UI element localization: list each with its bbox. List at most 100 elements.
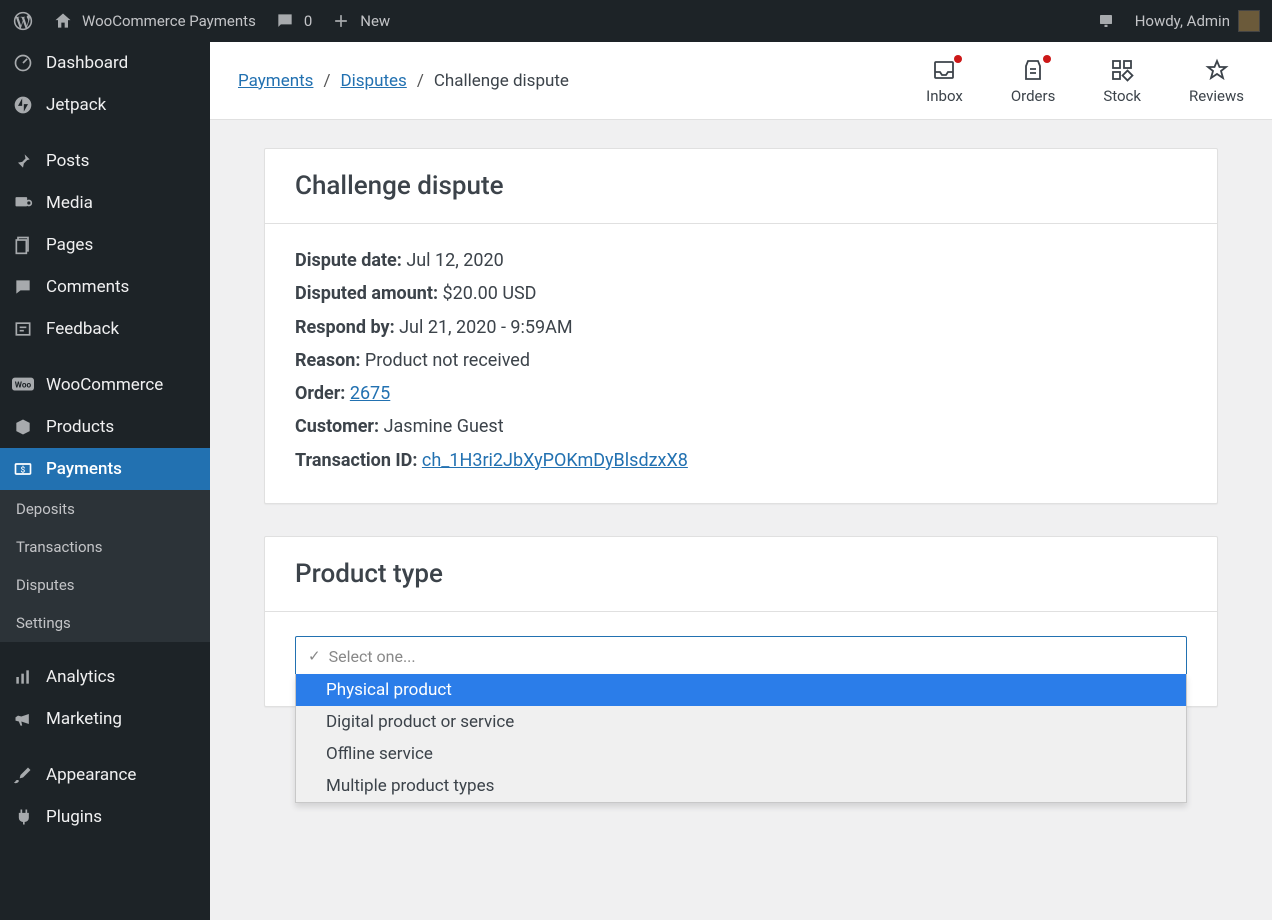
respond-by-row: Respond by: Jul 21, 2020 - 9:59AM bbox=[295, 311, 1187, 344]
sidebar-item-label: Comments bbox=[46, 277, 129, 297]
new-content-link[interactable]: New bbox=[330, 10, 390, 32]
page-header: Payments / Disputes / Challenge dispute … bbox=[210, 42, 1272, 120]
detail-value: Jul 21, 2020 - 9:59AM bbox=[399, 317, 572, 338]
sidebar-item-analytics[interactable]: Analytics bbox=[0, 656, 210, 698]
notifications-link[interactable] bbox=[1095, 10, 1117, 32]
new-label: New bbox=[360, 12, 390, 30]
admin-bar: WooCommerce Payments 0 New Howdy, Admin bbox=[0, 0, 1272, 42]
dispute-date-row: Dispute date: Jul 12, 2020 bbox=[295, 244, 1187, 277]
notification-dot bbox=[954, 55, 962, 63]
sidebar-item-comments[interactable]: Comments bbox=[0, 266, 210, 308]
detail-label: Order: bbox=[295, 383, 345, 404]
megaphone-icon bbox=[12, 708, 34, 730]
card-title: Challenge dispute bbox=[295, 171, 1187, 201]
pin-icon bbox=[12, 150, 34, 172]
bell-icon bbox=[1095, 10, 1117, 32]
site-link[interactable]: WooCommerce Payments bbox=[52, 10, 256, 32]
disputed-amount-row: Disputed amount: $20.00 USD bbox=[295, 277, 1187, 310]
media-icon bbox=[12, 192, 34, 214]
detail-label: Customer: bbox=[295, 416, 379, 437]
sidebar-item-feedback[interactable]: Feedback bbox=[0, 308, 210, 350]
reason-row: Reason: Product not received bbox=[295, 344, 1187, 377]
sidebar-item-posts[interactable]: Posts bbox=[0, 140, 210, 182]
tab-label: Inbox bbox=[926, 87, 963, 105]
star-icon bbox=[1202, 57, 1232, 83]
sidebar-item-marketing[interactable]: Marketing bbox=[0, 698, 210, 740]
sidebar-item-label: Marketing bbox=[46, 709, 122, 729]
order-row: Order: 2675 bbox=[295, 377, 1187, 410]
payments-submenu: Deposits Transactions Disputes Settings bbox=[0, 490, 210, 642]
sidebar-item-pages[interactable]: Pages bbox=[0, 224, 210, 266]
breadcrumb-separator: / bbox=[417, 71, 424, 91]
breadcrumb-separator: / bbox=[323, 71, 330, 91]
site-name: WooCommerce Payments bbox=[82, 12, 256, 30]
sidebar-item-payments[interactable]: $ Payments bbox=[0, 448, 210, 490]
products-icon bbox=[12, 416, 34, 438]
sidebar-item-label: Posts bbox=[46, 151, 89, 171]
home-icon bbox=[52, 10, 74, 32]
dropdown-option-digital[interactable]: Digital product or service bbox=[296, 706, 1186, 738]
notification-dot bbox=[1043, 55, 1051, 63]
detail-label: Transaction ID: bbox=[295, 450, 417, 471]
sidebar-item-label: Appearance bbox=[46, 765, 136, 785]
sidebar-item-plugins[interactable]: Plugins bbox=[0, 796, 210, 838]
comments-link[interactable]: 0 bbox=[274, 10, 312, 32]
card-header: Challenge dispute bbox=[265, 149, 1217, 224]
tab-stock[interactable]: Stock bbox=[1103, 57, 1141, 105]
dropdown-option-multiple[interactable]: Multiple product types bbox=[296, 770, 1186, 802]
sidebar-item-label: Analytics bbox=[46, 667, 115, 687]
pages-icon bbox=[12, 234, 34, 256]
tab-inbox[interactable]: Inbox bbox=[926, 57, 963, 105]
dropdown-option-offline[interactable]: Offline service bbox=[296, 738, 1186, 770]
brush-icon bbox=[12, 764, 34, 786]
detail-value: $20.00 USD bbox=[443, 283, 537, 304]
feedback-icon bbox=[12, 318, 34, 340]
analytics-icon bbox=[12, 666, 34, 688]
sidebar-item-products[interactable]: Products bbox=[0, 406, 210, 448]
svg-text:$: $ bbox=[21, 464, 26, 475]
tab-label: Stock bbox=[1103, 87, 1141, 105]
sidebar-item-jetpack[interactable]: Jetpack bbox=[0, 84, 210, 126]
card-title: Product type bbox=[295, 559, 1187, 589]
breadcrumb-current: Challenge dispute bbox=[434, 71, 569, 91]
comment-icon bbox=[274, 10, 296, 32]
wp-logo[interactable] bbox=[12, 10, 34, 32]
account-link[interactable]: Howdy, Admin bbox=[1135, 10, 1260, 32]
comment-icon bbox=[12, 276, 34, 298]
plug-icon bbox=[12, 806, 34, 828]
comment-count: 0 bbox=[304, 12, 312, 30]
tab-orders[interactable]: Orders bbox=[1011, 57, 1056, 105]
detail-label: Dispute date: bbox=[295, 250, 402, 271]
breadcrumb-payments[interactable]: Payments bbox=[238, 71, 313, 91]
tab-label: Reviews bbox=[1189, 87, 1244, 105]
order-link[interactable]: 2675 bbox=[350, 383, 390, 404]
breadcrumb-disputes[interactable]: Disputes bbox=[340, 71, 406, 91]
tab-reviews[interactable]: Reviews bbox=[1189, 57, 1244, 105]
sidebar-item-woocommerce[interactable]: Woo WooCommerce bbox=[0, 364, 210, 406]
sidebar-item-appearance[interactable]: Appearance bbox=[0, 754, 210, 796]
greeting-text: Howdy, Admin bbox=[1135, 12, 1230, 30]
sidebar-item-label: Media bbox=[46, 193, 93, 213]
submenu-item-disputes[interactable]: Disputes bbox=[0, 566, 210, 604]
product-type-dropdown: Physical product Digital product or serv… bbox=[295, 674, 1187, 803]
main-content: Payments / Disputes / Challenge dispute … bbox=[210, 42, 1272, 920]
product-type-select[interactable]: ✓ Select one... bbox=[295, 636, 1187, 676]
check-icon: ✓ bbox=[308, 647, 321, 665]
dropdown-option-physical[interactable]: Physical product bbox=[296, 674, 1186, 706]
sidebar-item-label: WooCommerce bbox=[46, 375, 163, 395]
inbox-icon bbox=[929, 57, 959, 83]
sidebar-item-label: Payments bbox=[46, 459, 122, 479]
submenu-item-deposits[interactable]: Deposits bbox=[0, 490, 210, 528]
submenu-item-transactions[interactable]: Transactions bbox=[0, 528, 210, 566]
jetpack-icon bbox=[12, 94, 34, 116]
detail-value: Product not received bbox=[365, 350, 530, 371]
payments-icon: $ bbox=[12, 458, 34, 480]
sidebar-item-label: Products bbox=[46, 417, 114, 437]
wordpress-icon bbox=[12, 10, 34, 32]
sidebar-item-dashboard[interactable]: Dashboard bbox=[0, 42, 210, 84]
sidebar-item-media[interactable]: Media bbox=[0, 182, 210, 224]
select-placeholder: Select one... bbox=[329, 647, 416, 666]
sidebar-item-label: Feedback bbox=[46, 319, 119, 339]
transaction-link[interactable]: ch_1H3ri2JbXyPOKmDyBlsdzxX8 bbox=[422, 450, 688, 471]
submenu-item-settings[interactable]: Settings bbox=[0, 604, 210, 642]
